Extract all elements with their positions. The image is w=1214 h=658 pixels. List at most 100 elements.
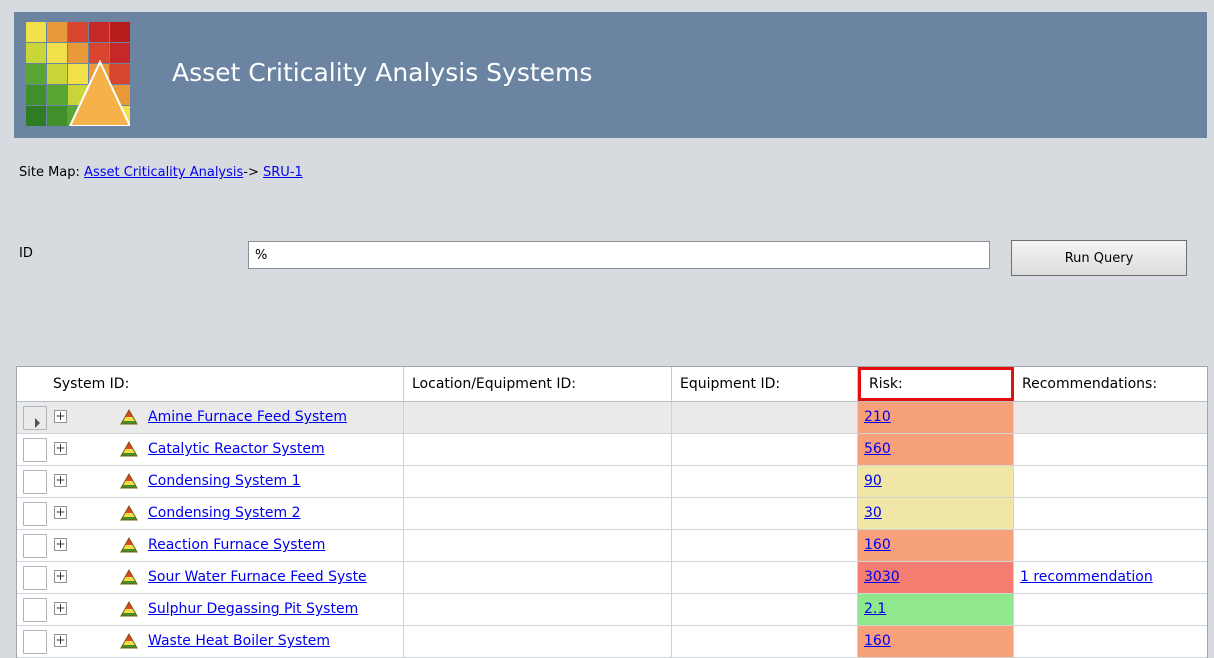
equipment-id-cell (672, 626, 858, 658)
table-row[interactable]: + Catalytic Reactor System 560 (17, 434, 1207, 466)
page-title: Asset Criticality Analysis Systems (172, 58, 593, 87)
plus-icon[interactable]: + (54, 602, 67, 615)
column-header-risk[interactable]: Risk: (858, 367, 1014, 401)
risk-triangle-icon (120, 473, 138, 489)
plus-icon[interactable]: + (54, 410, 67, 423)
risk-value-link[interactable]: 3030 (864, 569, 900, 585)
recommendation-link[interactable]: 1 recommendation (1020, 569, 1153, 585)
risk-triangle-icon (120, 633, 138, 649)
system-id-link[interactable]: Catalytic Reactor System (148, 434, 325, 465)
risk-triangle-icon (120, 505, 138, 521)
recommendations-cell (1014, 402, 1207, 434)
recommendations-cell (1014, 434, 1207, 466)
breadcrumb-link-asset-criticality-analysis[interactable]: Asset Criticality Analysis (84, 165, 243, 180)
equipment-id-cell (672, 530, 858, 562)
risk-cell: 30 (858, 498, 1014, 530)
system-id-link[interactable]: Waste Heat Boiler System (148, 626, 330, 657)
row-selector[interactable] (23, 534, 47, 558)
location-equipment-cell (404, 626, 672, 658)
plus-icon[interactable]: + (54, 570, 67, 583)
risk-cell: 160 (858, 530, 1014, 562)
risk-value-link[interactable]: 160 (864, 537, 891, 553)
column-header-equipment-id[interactable]: Equipment ID: (672, 367, 858, 401)
risk-triangle-icon (120, 409, 138, 425)
plus-icon[interactable]: + (54, 506, 67, 519)
system-id-link[interactable]: Condensing System 2 (148, 498, 301, 529)
column-header-location-equipment-id[interactable]: Location/Equipment ID: (404, 367, 672, 401)
system-id-link[interactable]: Amine Furnace Feed System (148, 402, 347, 433)
risk-cell: 90 (858, 466, 1014, 498)
risk-value-link[interactable]: 2.1 (864, 601, 886, 617)
breadcrumb-separator: -> (243, 165, 259, 180)
table-row[interactable]: + Sulphur Degassing Pit System 2.1 (17, 594, 1207, 626)
risk-value-link[interactable]: 210 (864, 409, 891, 425)
location-equipment-cell (404, 498, 672, 530)
system-id-link[interactable]: Sour Water Furnace Feed Syste (148, 562, 367, 593)
equipment-id-cell (672, 402, 858, 434)
risk-value-link[interactable]: 160 (864, 633, 891, 649)
system-cell: + Reaction Furnace System (17, 530, 404, 562)
risk-cell: 560 (858, 434, 1014, 466)
table-row[interactable]: + Reaction Furnace System 160 (17, 530, 1207, 562)
row-selector[interactable] (23, 566, 47, 590)
row-selector[interactable] (23, 598, 47, 622)
recommendations-cell (1014, 626, 1207, 658)
risk-value-link[interactable]: 560 (864, 441, 891, 457)
table-row[interactable]: + Amine Furnace Feed System 210 (17, 402, 1207, 434)
risk-triangle-icon (120, 537, 138, 553)
recommendations-cell (1014, 530, 1207, 562)
risk-value-link[interactable]: 90 (864, 473, 882, 489)
location-equipment-cell (404, 530, 672, 562)
system-cell: + Condensing System 2 (17, 498, 404, 530)
recommendations-cell (1014, 498, 1207, 530)
current-row-arrow-icon (35, 418, 40, 428)
id-label: ID (19, 246, 33, 261)
risk-matrix-logo (26, 22, 130, 126)
id-input[interactable] (248, 241, 990, 269)
grid-header: System ID: Location/Equipment ID: Equipm… (17, 367, 1207, 402)
row-selector[interactable] (23, 438, 47, 462)
table-row[interactable]: + Sour Water Furnace Feed Syste 3030 1 reco… (17, 562, 1207, 594)
equipment-id-cell (672, 466, 858, 498)
location-equipment-cell (404, 434, 672, 466)
column-header-recommendations[interactable]: Recommendations: (1014, 367, 1207, 401)
row-selector[interactable] (23, 470, 47, 494)
system-cell: + Sulphur Degassing Pit System (17, 594, 404, 626)
recommendations-cell: 1 recommendation (1014, 562, 1207, 594)
table-row[interactable]: + Waste Heat Boiler System 160 (17, 626, 1207, 658)
page-banner: Asset Criticality Analysis Systems (14, 12, 1207, 138)
system-id-link[interactable]: Sulphur Degassing Pit System (148, 594, 358, 625)
location-equipment-cell (404, 594, 672, 626)
plus-icon[interactable]: + (54, 442, 67, 455)
table-row[interactable]: + Condensing System 2 30 (17, 498, 1207, 530)
system-cell: + Sour Water Furnace Feed Syste (17, 562, 404, 594)
row-selector[interactable] (23, 630, 47, 654)
location-equipment-cell (404, 466, 672, 498)
breadcrumb: Site Map: Asset Criticality Analysis-> S… (19, 165, 303, 180)
system-cell: + Waste Heat Boiler System (17, 626, 404, 658)
risk-cell: 2.1 (858, 594, 1014, 626)
system-id-link[interactable]: Reaction Furnace System (148, 530, 325, 561)
system-cell: + Amine Furnace Feed System (17, 402, 404, 434)
systems-grid: System ID: Location/Equipment ID: Equipm… (16, 366, 1208, 658)
equipment-id-cell (672, 498, 858, 530)
equipment-id-cell (672, 562, 858, 594)
table-row[interactable]: + Condensing System 1 90 (17, 466, 1207, 498)
risk-cell: 160 (858, 626, 1014, 658)
breadcrumb-link-sru-1[interactable]: SRU-1 (263, 165, 303, 180)
system-id-link[interactable]: Condensing System 1 (148, 466, 301, 497)
location-equipment-cell (404, 562, 672, 594)
column-header-system-id[interactable]: System ID: (45, 367, 404, 401)
risk-triangle-icon (120, 569, 138, 585)
risk-value-link[interactable]: 30 (864, 505, 882, 521)
run-query-button[interactable]: Run Query (1011, 240, 1187, 276)
equipment-id-cell (672, 434, 858, 466)
location-equipment-cell (404, 402, 672, 434)
row-selector[interactable] (23, 406, 47, 430)
breadcrumb-label: Site Map: (19, 165, 80, 180)
system-cell: + Condensing System 1 (17, 466, 404, 498)
row-selector[interactable] (23, 502, 47, 526)
plus-icon[interactable]: + (54, 634, 67, 647)
plus-icon[interactable]: + (54, 538, 67, 551)
plus-icon[interactable]: + (54, 474, 67, 487)
